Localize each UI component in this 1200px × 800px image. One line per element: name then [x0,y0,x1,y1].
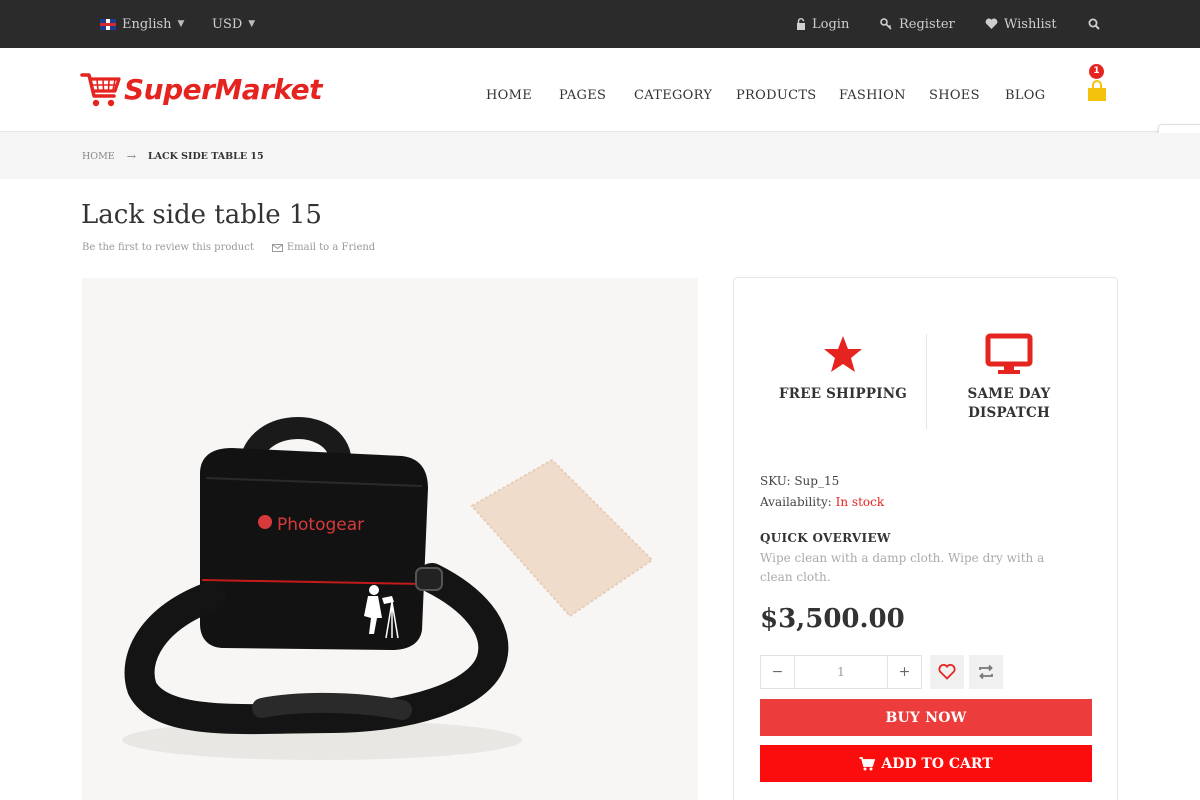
monitor-icon [985,333,1033,374]
same-day-dispatch-feature: SAME DAY DISPATCH [924,330,1094,423]
nav-products[interactable]: PRODUCTS [736,88,817,103]
breadcrumb-bar: HOME → LACK SIDE TABLE 15 [0,133,1200,179]
register-link[interactable]: Register [880,0,955,48]
email-friend-link[interactable]: Email to a Friend [271,242,376,253]
top-bar: English ▼ USD ▼ Login Register Wishlist [0,0,1200,48]
product-price: $3,500.00 [760,604,905,634]
uk-flag-icon [100,18,116,30]
currency-label: USD [212,16,243,32]
cart-count-badge: 1 [1089,64,1104,79]
quantity-stepper: − + [760,655,922,689]
shopping-bag-icon [1088,80,1106,101]
breadcrumb-home[interactable]: HOME [82,151,115,162]
quick-overview-title: QUICK OVERVIEW [760,531,891,545]
bag-brand-text: Photogear [277,515,364,535]
currency-selector[interactable]: USD ▼ [212,0,255,48]
add-to-cart-label: ADD TO CART [881,755,993,772]
sku-value: Sup_15 [794,474,840,488]
dispatch-label-line2: DISPATCH [968,405,1050,421]
login-link[interactable]: Login [796,0,849,48]
quick-overview-text: Wipe clean with a damp cloth. Wipe dry w… [760,551,1045,584]
sku-label: SKU: [760,474,791,488]
logo-text: SuperMarket [124,72,323,106]
availability-value: In stock [835,495,885,509]
nav-category[interactable]: CATEGORY [634,88,712,103]
increase-quantity-button[interactable]: + [887,656,921,688]
nav-home[interactable]: HOME [486,88,532,103]
product-links: Be the first to review this product Emai… [82,242,375,253]
wishlist-label: Wishlist [1004,16,1057,32]
add-to-wishlist-button[interactable] [930,655,964,689]
breadcrumb: HOME → LACK SIDE TABLE 15 [82,133,264,179]
site-header: SuperMarket HOME PAGES CATEGORY PRODUCTS… [0,48,1200,132]
envelope-icon [271,243,283,252]
cart-icon [859,756,876,770]
free-shipping-label: FREE SHIPPING [779,386,907,402]
lock-icon [796,18,806,30]
decrease-quantity-button[interactable]: − [761,656,795,688]
register-label: Register [899,16,955,32]
heart-outline-icon [938,664,956,680]
buy-now-button[interactable]: BUY NOW [760,699,1092,736]
star-icon [824,336,862,372]
add-to-cart-button[interactable]: ADD TO CART [760,745,1092,782]
caret-down-icon: ▼ [248,19,256,29]
breadcrumb-current: LACK SIDE TABLE 15 [147,150,264,162]
nav-pages[interactable]: PAGES [559,88,606,103]
product-title: Lack side table 15 [81,200,322,230]
wishlist-link[interactable]: Wishlist [985,0,1057,48]
availability-label: Availability: [760,495,832,509]
caret-down-icon: ▼ [177,19,185,29]
mini-cart-button[interactable]: 1 [1086,64,1108,106]
site-logo[interactable]: SuperMarket [80,66,323,112]
shopping-cart-logo-icon [80,73,121,107]
language-selector[interactable]: English ▼ [100,0,184,48]
free-shipping-feature: FREE SHIPPING [758,330,928,404]
search-button[interactable] [1088,0,1100,48]
nav-blog[interactable]: BLOG [1005,88,1045,103]
compare-arrows-icon [979,664,993,680]
nav-fashion[interactable]: FASHION [839,88,906,103]
login-label: Login [812,16,850,32]
arrow-right-icon: → [126,149,136,163]
email-friend-label: Email to a Friend [286,242,376,253]
purchase-panel: FREE SHIPPING SAME DAY DISPATCH SKU: Sup… [733,277,1118,800]
heart-icon [985,18,998,30]
quantity-input[interactable] [795,656,887,688]
sku-row: SKU: Sup_15 [760,474,839,488]
compare-button[interactable] [969,655,1003,689]
search-icon [1088,18,1100,30]
review-link[interactable]: Be the first to review this product [82,242,254,253]
key-icon [880,18,893,30]
availability-row: Availability: In stock [760,495,884,509]
nav-shoes[interactable]: SHOES [929,88,980,103]
camera-bag-image: Photogear [122,417,654,760]
product-image[interactable]: Photogear [82,278,698,800]
language-label: English [122,16,172,32]
dispatch-label-line1: SAME DAY [967,386,1051,402]
